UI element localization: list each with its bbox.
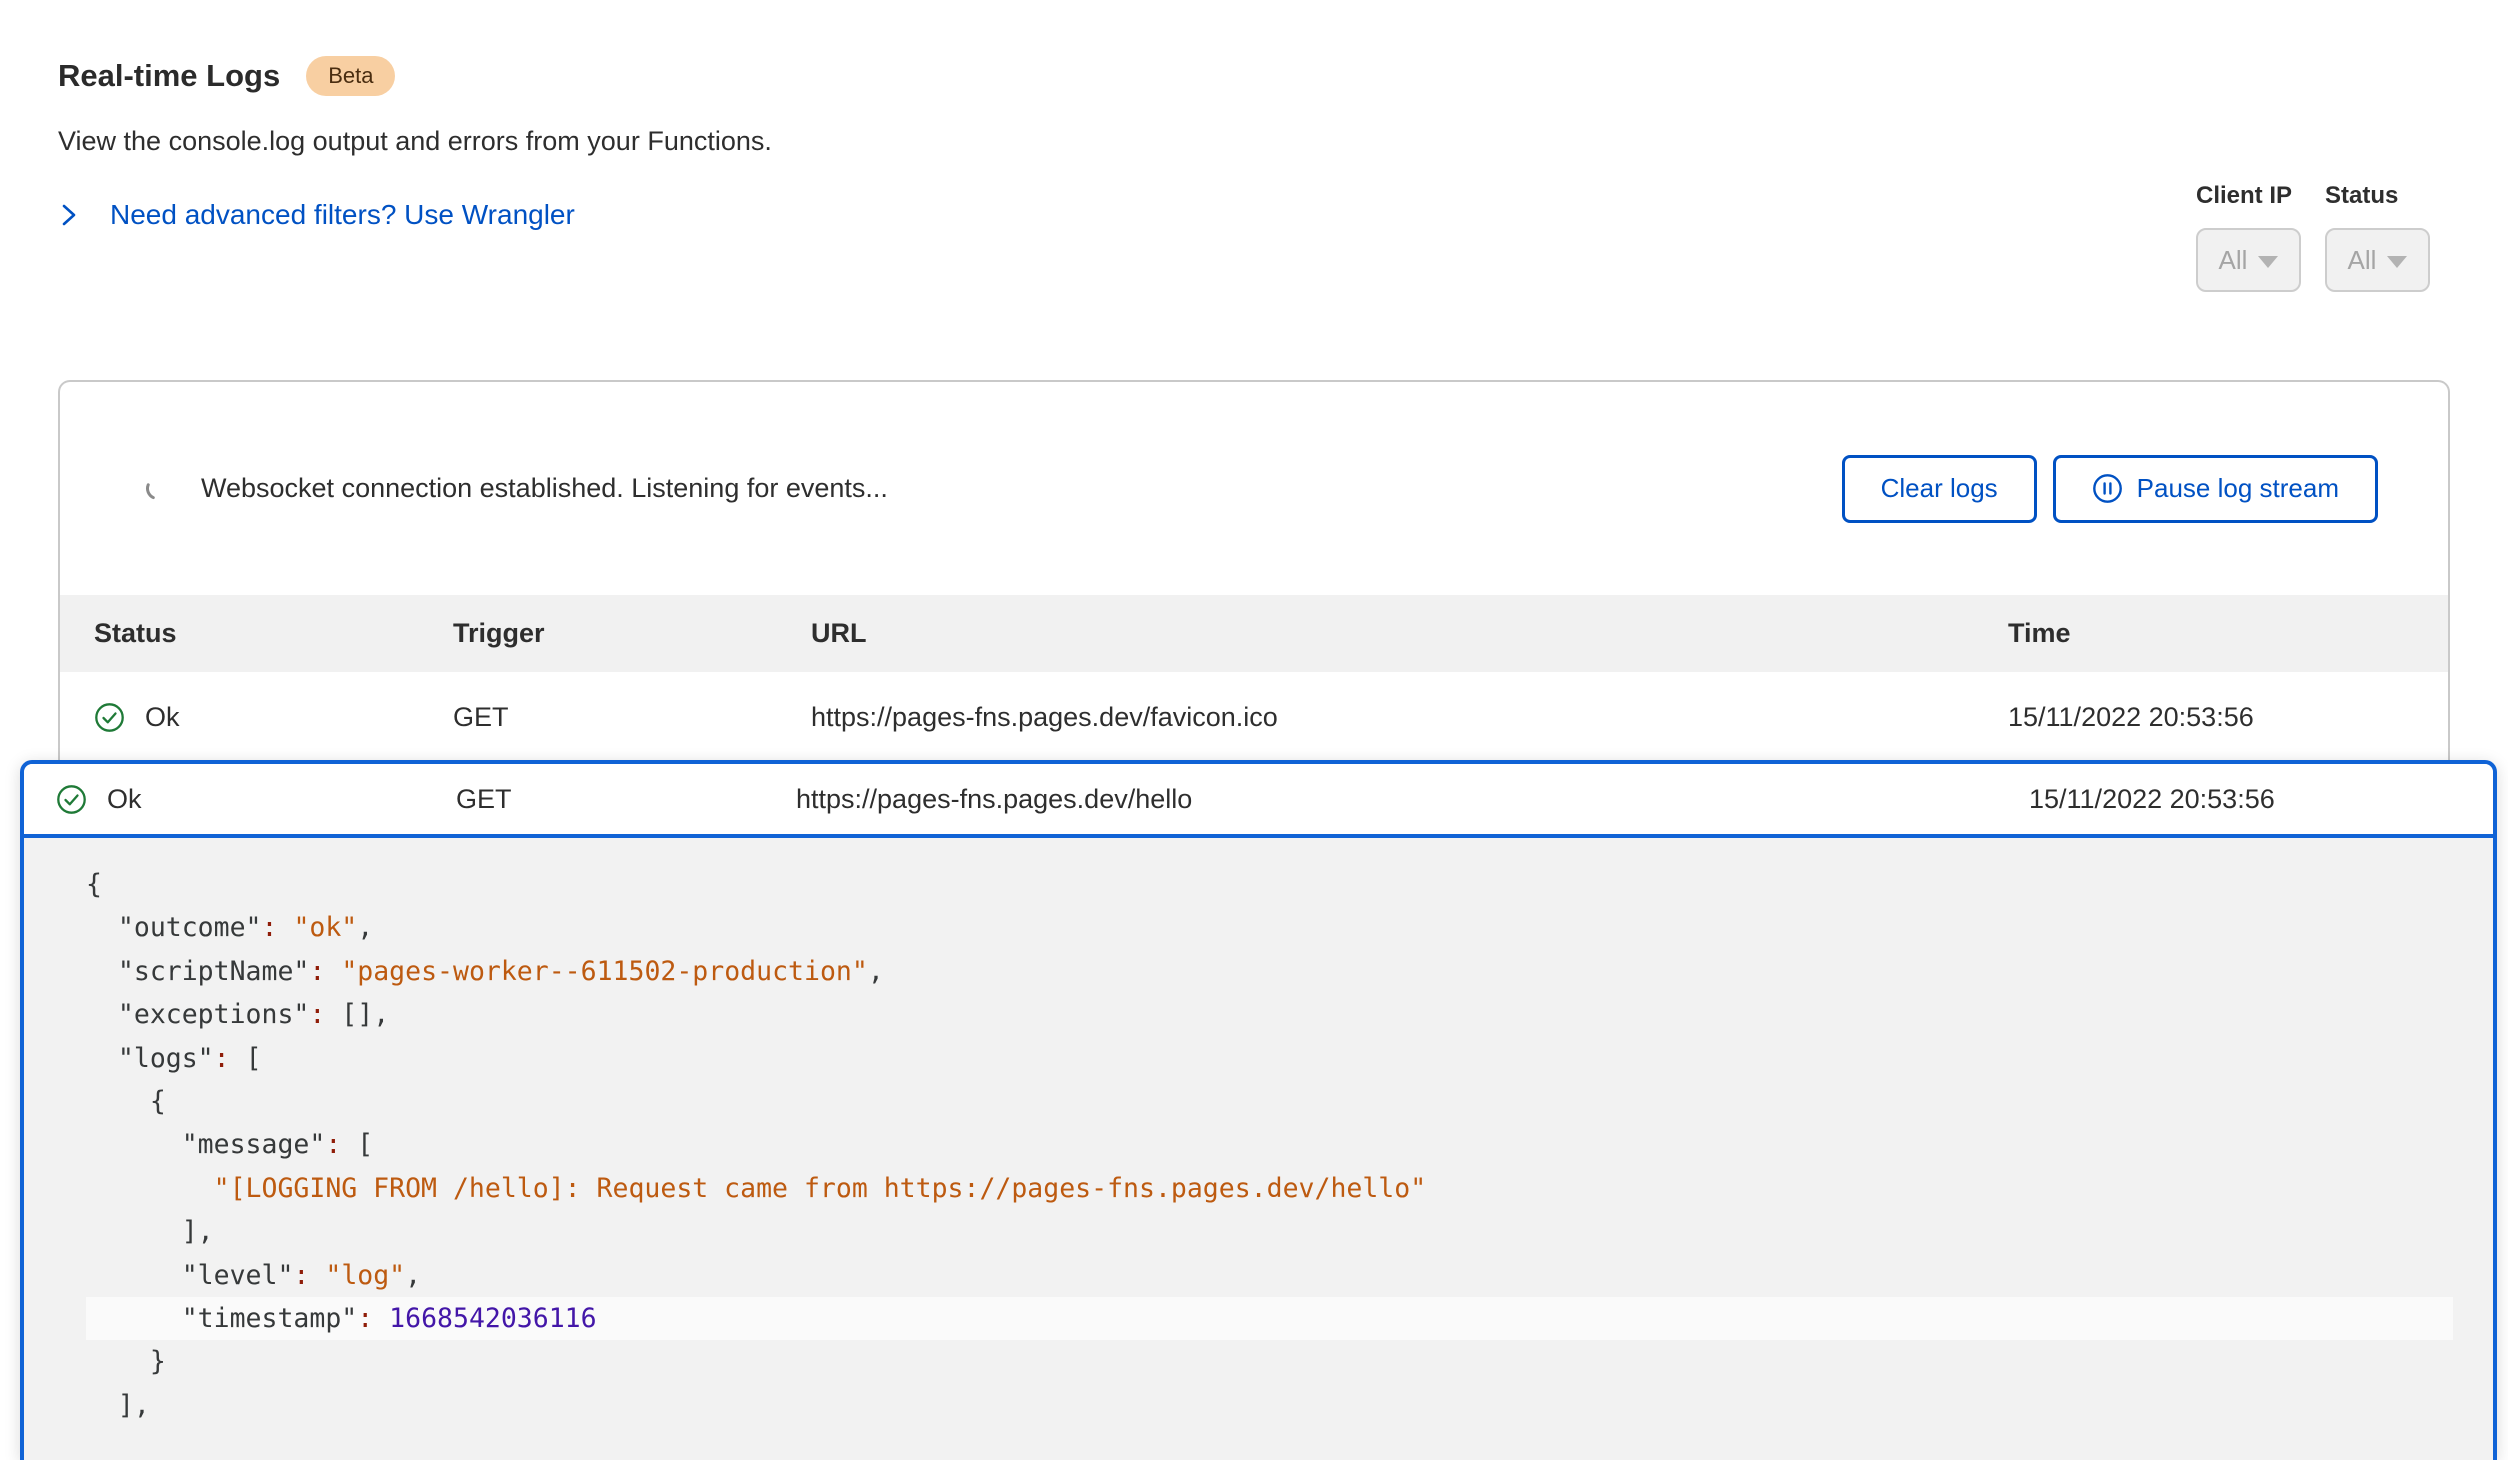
status-filter-label: Status [2325, 182, 2430, 210]
status-value: Ok [145, 702, 180, 733]
logs-card: Websocket connection established. Listen… [58, 380, 2450, 764]
caret-down-icon [2258, 256, 2278, 268]
json-code-line: { [86, 863, 2453, 906]
json-code-line: "logs": [ [86, 1037, 2453, 1080]
connection-message: Websocket connection established. Listen… [201, 473, 888, 504]
table-row[interactable]: Ok GET https://pages-fns.pages.dev/favic… [60, 672, 2448, 762]
time-cell: 15/11/2022 20:53:56 [2029, 784, 2493, 815]
json-code-line: "message": [ [86, 1123, 2453, 1166]
clear-logs-button[interactable]: Clear logs [1842, 455, 2037, 523]
json-code-line: ], [86, 1210, 2453, 1253]
client-ip-label: Client IP [2196, 182, 2301, 210]
json-code-line: { [86, 1080, 2453, 1123]
caret-down-icon [2387, 256, 2407, 268]
client-ip-filter: Client IP All [2196, 182, 2301, 292]
wrangler-link[interactable]: Need advanced filters? Use Wrangler [58, 199, 772, 231]
check-circle-icon [56, 784, 87, 815]
status-dropdown[interactable]: All [2325, 228, 2430, 292]
logs-toolbar: Websocket connection established. Listen… [60, 382, 2448, 595]
pause-log-stream-button[interactable]: Pause log stream [2053, 455, 2378, 523]
chevron-right-icon [58, 202, 80, 228]
json-code-line: ], [86, 1384, 2453, 1427]
expanded-log-entry: Ok GET https://pages-fns.pages.dev/hello… [20, 760, 2497, 1460]
wrangler-link-label: Need advanced filters? Use Wrangler [110, 199, 575, 231]
column-header-url: URL [811, 618, 2008, 649]
page-header: Real-time Logs Beta View the console.log… [58, 56, 772, 231]
column-header-time: Time [2008, 618, 2448, 649]
json-code-line: } [86, 1340, 2453, 1383]
beta-badge: Beta [306, 56, 395, 96]
column-header-status: Status [94, 618, 453, 649]
connection-status: Websocket connection established. Listen… [144, 473, 888, 504]
json-code-line: "level": "log", [86, 1254, 2453, 1297]
json-code-line: "outcome": "ok", [86, 906, 2453, 949]
url-cell: https://pages-fns.pages.dev/hello [796, 784, 2029, 815]
json-code-line: "exceptions": [], [86, 993, 2453, 1036]
toolbar-actions: Clear logs Pause log stream [1842, 455, 2378, 523]
spinner-icon [144, 475, 171, 502]
table-header: Status Trigger URL Time [60, 595, 2448, 672]
status-cell: Ok [56, 784, 456, 815]
json-code-line: "timestamp": 1668542036116 [86, 1297, 2453, 1340]
trigger-cell: GET [453, 702, 811, 733]
client-ip-dropdown[interactable]: All [2196, 228, 2301, 292]
filters: Client IP All Status All [2196, 182, 2430, 292]
log-detail-json: { "outcome": "ok", "scriptName": "pages-… [24, 838, 2493, 1427]
client-ip-value: All [2219, 245, 2248, 276]
check-circle-icon [94, 702, 125, 733]
column-header-trigger: Trigger [453, 618, 811, 649]
trigger-cell: GET [456, 784, 796, 815]
url-cell: https://pages-fns.pages.dev/favicon.ico [811, 702, 2008, 733]
json-code-line: "scriptName": "pages-worker--611502-prod… [86, 950, 2453, 993]
table-row-expanded[interactable]: Ok GET https://pages-fns.pages.dev/hello… [24, 764, 2493, 838]
status-filter-value: All [2348, 245, 2377, 276]
json-code-line: "[LOGGING FROM /hello]: Request came fro… [86, 1167, 2453, 1210]
status-cell: Ok [94, 702, 453, 733]
time-cell: 15/11/2022 20:53:56 [2008, 702, 2448, 733]
page-title: Real-time Logs [58, 58, 280, 94]
page-subtitle: View the console.log output and errors f… [58, 126, 772, 157]
json-code-block: { "outcome": "ok", "scriptName": "pages-… [86, 863, 2453, 1427]
pause-circle-icon [2092, 473, 2123, 504]
status-filter: Status All [2325, 182, 2430, 292]
status-value: Ok [107, 784, 142, 815]
